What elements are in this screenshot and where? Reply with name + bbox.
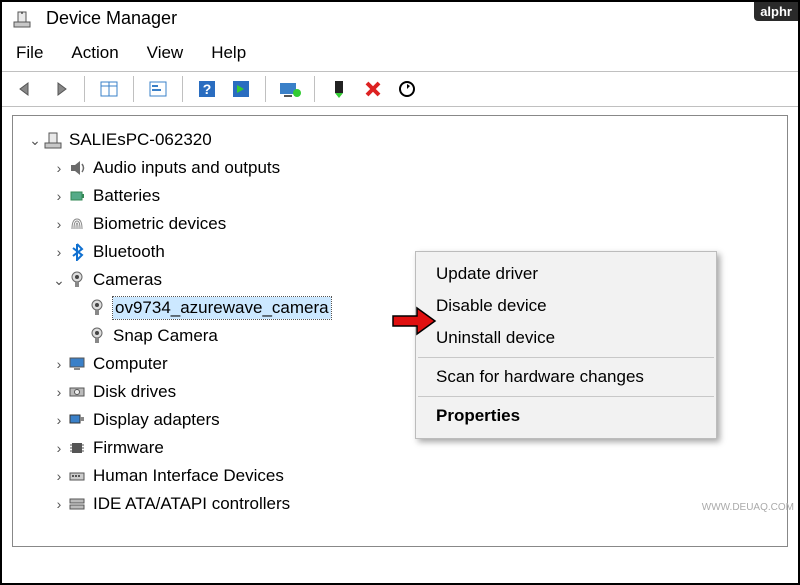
chevron-right-icon[interactable]: › (51, 356, 67, 372)
brand-badge: alphr (754, 2, 798, 21)
audio-icon (67, 158, 87, 178)
chevron-down-icon[interactable]: ⌄ (51, 272, 67, 289)
tree-item-hid[interactable]: › Human Interface Devices (27, 462, 773, 490)
menu-file[interactable]: File (16, 43, 43, 63)
chevron-right-icon[interactable]: › (51, 244, 67, 260)
display-adapter-icon (67, 410, 87, 430)
properties-button[interactable] (144, 76, 172, 102)
menu-bar: File Action View Help (2, 35, 798, 71)
app-icon (12, 9, 32, 29)
back-button[interactable] (12, 76, 40, 102)
forward-button[interactable] (46, 76, 74, 102)
display-button[interactable] (227, 76, 255, 102)
menu-help[interactable]: Help (211, 43, 246, 63)
tree-root[interactable]: ⌄ SALIEsPC-062320 (27, 126, 773, 154)
menu-action[interactable]: Action (71, 43, 118, 63)
tree-item-ide[interactable]: › IDE ATA/ATAPI controllers (27, 490, 773, 518)
tree-item-label: Computer (93, 354, 168, 374)
tree-item-label: Biometric devices (93, 214, 226, 234)
chevron-right-icon[interactable]: › (51, 160, 67, 176)
tree-item-label: Bluetooth (93, 242, 165, 262)
uninstall-device-button[interactable] (359, 76, 387, 102)
tree-item-label: Human Interface Devices (93, 466, 284, 486)
tree-root-label: SALIEsPC-062320 (69, 130, 212, 150)
tree-item-batteries[interactable]: › Batteries (27, 182, 773, 210)
disk-icon (67, 382, 87, 402)
tree-item-label: ov9734_azurewave_camera (113, 297, 331, 319)
tree-item-label: Display adapters (93, 410, 220, 430)
camera-icon (67, 270, 87, 290)
menu-view[interactable]: View (147, 43, 184, 63)
chevron-right-icon[interactable]: › (51, 468, 67, 484)
tree-item-label: Disk drives (93, 382, 176, 402)
monitor-icon (67, 354, 87, 374)
watermark: WWW.DEUAQ.COM (702, 502, 794, 513)
hid-icon (67, 466, 87, 486)
tree-item-label: Cameras (93, 270, 162, 290)
ctx-update-driver[interactable]: Update driver (416, 258, 716, 290)
tree-item-label: Firmware (93, 438, 164, 458)
ctx-separator (418, 357, 714, 358)
tree-item-audio[interactable]: › Audio inputs and outputs (27, 154, 773, 182)
ctx-separator (418, 396, 714, 397)
toolbar: ? (2, 71, 798, 107)
computer-icon (43, 130, 63, 150)
toolbar-separator (314, 76, 315, 102)
annotation-arrow-icon (391, 306, 437, 341)
chevron-right-icon[interactable]: › (51, 440, 67, 456)
chevron-right-icon[interactable]: › (51, 188, 67, 204)
chevron-right-icon[interactable]: › (51, 412, 67, 428)
tree-item-label: IDE ATA/ATAPI controllers (93, 494, 290, 514)
camera-icon (87, 298, 107, 318)
chevron-down-icon[interactable]: ⌄ (27, 132, 43, 149)
tree-item-label: Batteries (93, 186, 160, 206)
device-tree[interactable]: ⌄ SALIEsPC-062320 › Audio inputs and outp… (12, 115, 788, 547)
show-hidden-button[interactable] (95, 76, 123, 102)
ide-icon (67, 494, 87, 514)
tree-item-label: Snap Camera (113, 326, 218, 346)
tree-item-biometric[interactable]: › Biometric devices (27, 210, 773, 238)
toolbar-separator (84, 76, 85, 102)
context-menu: Update driver Disable device Uninstall d… (415, 251, 717, 439)
toolbar-separator (182, 76, 183, 102)
tree-item-label: Audio inputs and outputs (93, 158, 280, 178)
fingerprint-icon (67, 214, 87, 234)
chevron-right-icon[interactable]: › (51, 216, 67, 232)
chevron-right-icon[interactable]: › (51, 496, 67, 512)
title-bar: Device Manager (2, 2, 798, 35)
toolbar-separator (133, 76, 134, 102)
ctx-uninstall-device[interactable]: Uninstall device (416, 322, 716, 354)
chevron-right-icon[interactable]: › (51, 384, 67, 400)
enable-device-button[interactable] (325, 76, 353, 102)
help-button[interactable]: ? (193, 76, 221, 102)
bluetooth-icon (67, 242, 87, 262)
svg-text:?: ? (203, 81, 212, 97)
battery-icon (67, 186, 87, 206)
update-driver-button[interactable] (276, 76, 304, 102)
chip-icon (67, 438, 87, 458)
toolbar-separator (265, 76, 266, 102)
ctx-properties[interactable]: Properties (416, 400, 716, 432)
ctx-scan-hardware[interactable]: Scan for hardware changes (416, 361, 716, 393)
scan-hardware-button[interactable] (393, 76, 421, 102)
window-title: Device Manager (46, 8, 177, 29)
ctx-disable-device[interactable]: Disable device (416, 290, 716, 322)
camera-icon (87, 326, 107, 346)
